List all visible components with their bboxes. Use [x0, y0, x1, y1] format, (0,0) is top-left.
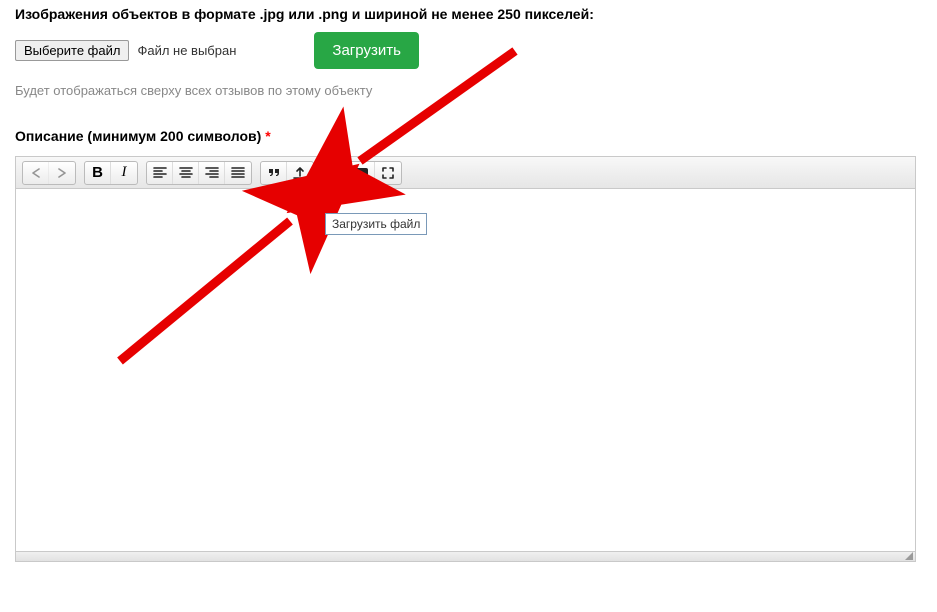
resize-grip-icon — [905, 552, 913, 560]
choose-file-button[interactable]: Выберите файл — [15, 40, 129, 61]
editor-resize-bar[interactable] — [16, 551, 915, 561]
align-right-button[interactable] — [199, 162, 225, 184]
align-right-icon — [204, 165, 220, 181]
align-left-button[interactable] — [147, 162, 173, 184]
toolbar-media-group — [322, 161, 402, 185]
toolbar-format-group: B I — [84, 161, 138, 185]
emoji-button[interactable] — [323, 162, 349, 184]
bold-button[interactable]: B — [85, 162, 111, 184]
upload-icon — [292, 165, 308, 181]
quote-icon — [266, 165, 282, 181]
align-justify-icon — [230, 165, 246, 181]
align-center-icon — [178, 165, 194, 181]
upload-button[interactable]: Загрузить — [314, 32, 419, 69]
align-center-button[interactable] — [173, 162, 199, 184]
fullscreen-button[interactable] — [375, 162, 401, 184]
image-upload-row: Выберите файл Файл не выбран Загрузить — [15, 32, 922, 69]
rich-text-editor: B I — [15, 156, 916, 562]
quote-button[interactable] — [261, 162, 287, 184]
fullscreen-icon — [380, 165, 396, 181]
toolbar-align-group — [146, 161, 252, 185]
emoji-icon — [328, 165, 344, 181]
upload-file-tooltip: Загрузить файл — [325, 213, 427, 235]
align-left-icon — [152, 165, 168, 181]
editor-textarea[interactable] — [16, 189, 915, 551]
upload-file-button[interactable] — [287, 162, 313, 184]
video-icon — [354, 165, 370, 181]
description-label: Описание (минимум 200 символов) * — [15, 128, 922, 144]
description-label-text: Описание (минимум 200 символов) — [15, 128, 261, 144]
toolbar-insert-group — [260, 161, 314, 185]
redo-icon — [54, 165, 70, 181]
align-justify-button[interactable] — [225, 162, 251, 184]
image-upload-label: Изображения объектов в формате .jpg или … — [15, 6, 922, 22]
italic-button[interactable]: I — [111, 162, 137, 184]
file-status-text: Файл не выбран — [137, 43, 236, 58]
undo-button[interactable] — [23, 162, 49, 184]
video-button[interactable] — [349, 162, 375, 184]
toolbar-history-group — [22, 161, 76, 185]
redo-button[interactable] — [49, 162, 75, 184]
editor-toolbar: B I — [16, 157, 915, 189]
required-mark: * — [265, 128, 270, 144]
undo-icon — [28, 165, 44, 181]
image-upload-hint: Будет отображаться сверху всех отзывов п… — [15, 83, 922, 98]
